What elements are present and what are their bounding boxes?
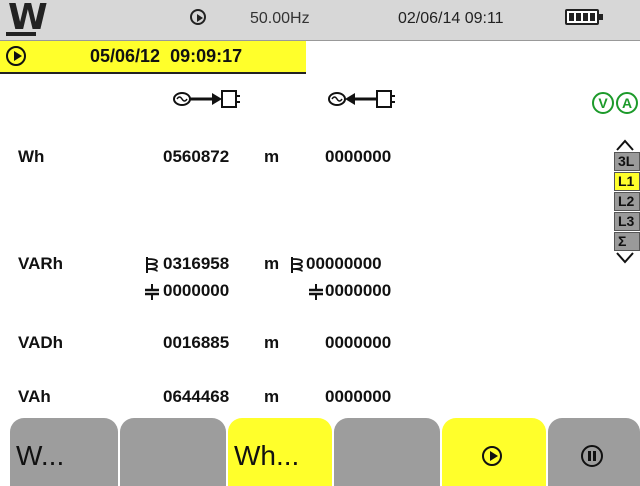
vadh-unit: m — [264, 333, 280, 352]
tab-empty-2[interactable] — [334, 418, 440, 486]
varh-capacitive-consumed: 0000000 — [163, 281, 230, 300]
inductive-icon — [146, 257, 158, 273]
phase-l1[interactable]: L1 — [614, 172, 640, 191]
vah-label: VAh — [18, 387, 51, 406]
tab-empty-1[interactable] — [120, 418, 226, 486]
tab-wh[interactable]: Wh... — [228, 418, 332, 486]
tab-pause[interactable] — [548, 418, 640, 486]
play-icon — [6, 46, 26, 66]
battery-icon — [565, 9, 603, 25]
tab-start-recording[interactable] — [442, 418, 546, 486]
varh-unit: m — [264, 254, 280, 273]
energy-generated-icon — [328, 90, 395, 108]
varh-capacitive-generated: 0000000 — [325, 281, 392, 300]
pause-icon — [581, 445, 603, 467]
play-icon — [482, 446, 502, 466]
phase-l2[interactable]: L2 — [614, 192, 640, 211]
vadh-label: VADh — [18, 333, 64, 352]
tab-w-label: W... — [16, 440, 65, 471]
wh-consumed-value: 0560872 — [163, 147, 230, 166]
vah-generated-value: 0000000 — [325, 387, 392, 406]
vadh-generated-value: 0000000 — [325, 333, 392, 352]
phase-l3[interactable]: L3 — [614, 212, 640, 231]
capacitive-icon — [309, 284, 323, 300]
chevron-up-icon[interactable] — [614, 138, 636, 152]
wh-unit: m — [264, 147, 280, 166]
tab-wh-label: Wh... — [234, 440, 300, 471]
capacitive-icon — [145, 284, 159, 300]
start-timestamp: 05/06/12 09:09:17 — [90, 46, 243, 66]
chevron-down-icon[interactable] — [614, 251, 636, 265]
wh-generated-value: 0000000 — [325, 147, 392, 166]
current-icon[interactable]: A — [616, 92, 638, 114]
vadh-consumed-value: 0016885 — [163, 333, 230, 352]
voltage-icon[interactable]: V — [592, 92, 614, 114]
vah-unit: m — [264, 387, 280, 406]
status-datetime: 02/06/14 09:11 — [398, 10, 504, 27]
status-bar: W 50.00Hz 02/06/14 09:11 — [0, 0, 640, 41]
vah-consumed-value: 0644468 — [163, 387, 230, 406]
phase-sigma[interactable]: Σ — [614, 232, 640, 251]
mode-logo-underline — [6, 32, 36, 36]
recording-status-icon — [190, 9, 206, 25]
energy-consumed-icon — [173, 90, 240, 108]
tab-w[interactable]: W... — [10, 418, 118, 486]
wh-label: Wh — [18, 147, 45, 166]
varh-label: VARh — [18, 254, 64, 273]
varh-inductive-consumed: 0316958 — [163, 254, 230, 273]
varh-inductive-generated: 00000000 — [306, 254, 382, 273]
frequency-readout: 50.00Hz — [250, 10, 310, 27]
start-timestamp-bar: 05/06/12 09:09:17 — [0, 41, 306, 74]
phase-3l[interactable]: 3L — [614, 152, 640, 171]
inductive-icon — [291, 257, 303, 273]
